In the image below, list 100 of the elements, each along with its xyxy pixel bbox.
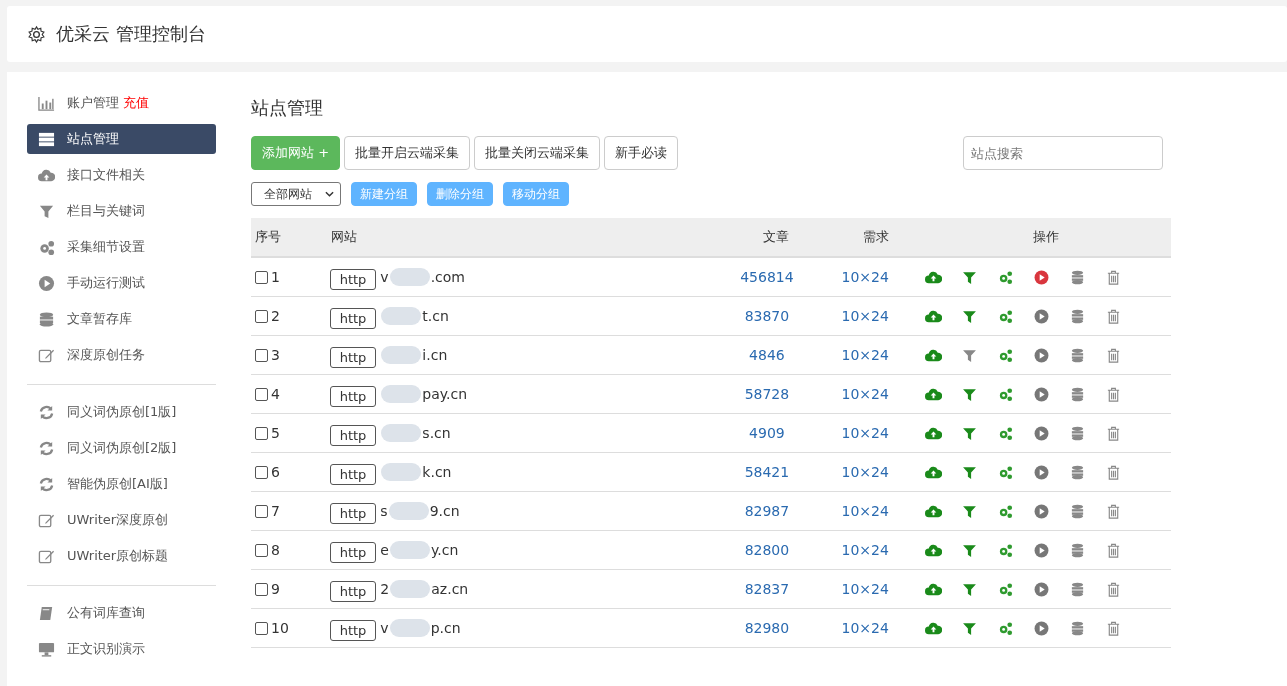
scheme-tag: http — [329, 307, 377, 329]
cloud-upload-icon[interactable] — [925, 464, 943, 480]
sidebar-item[interactable]: UWriter原创标题 — [27, 541, 216, 571]
recharge-link[interactable]: 充值 — [123, 94, 149, 112]
play-icon[interactable] — [1033, 542, 1051, 558]
article-count: 58728 — [743, 386, 791, 402]
filter-icon[interactable] — [961, 581, 979, 597]
sidebar-item[interactable]: 账户管理 充值 — [27, 88, 216, 118]
redaction-blur — [390, 580, 431, 598]
row-checkbox[interactable] — [255, 426, 268, 440]
gears-icon[interactable] — [997, 581, 1015, 597]
cloud-upload-icon[interactable] — [925, 269, 943, 285]
row-number: 8 — [271, 542, 280, 558]
article-count: 82837 — [743, 581, 791, 597]
sidebar-item[interactable]: UWriter深度原创 — [27, 505, 216, 535]
cloud-upload-icon[interactable] — [925, 425, 943, 441]
row-number: 5 — [271, 425, 280, 441]
play-icon[interactable] — [1033, 620, 1051, 636]
play-icon[interactable] — [1033, 347, 1051, 363]
row-checkbox[interactable] — [255, 387, 268, 401]
play-icon[interactable] — [1033, 464, 1051, 480]
row-checkbox[interactable] — [255, 543, 268, 557]
sidebar-item[interactable]: 文章暂存库 — [27, 304, 216, 334]
cloud-upload-icon[interactable] — [925, 308, 943, 324]
play-icon[interactable] — [1033, 425, 1051, 441]
row-checkbox[interactable] — [255, 309, 268, 323]
demand-value: 10×24 — [840, 386, 890, 402]
scheme-tag: http — [329, 346, 377, 368]
row-checkbox[interactable] — [255, 465, 268, 479]
filter-icon[interactable] — [961, 620, 979, 636]
redaction-blur — [381, 463, 422, 481]
cloud-upload-icon[interactable] — [925, 581, 943, 597]
play-icon[interactable] — [1033, 581, 1051, 597]
chart-icon — [38, 94, 55, 112]
cloud-upload-icon[interactable] — [925, 620, 943, 636]
cloud-upload-icon[interactable] — [925, 386, 943, 402]
filter-icon[interactable] — [961, 464, 979, 480]
sidebar-item[interactable]: 接口文件相关 — [27, 160, 216, 190]
sidebar-item[interactable]: 同义词伪原创[1版] — [27, 397, 216, 427]
redaction-blur — [381, 307, 422, 325]
sidebar-item[interactable]: 智能伪原创[AI版] — [27, 469, 216, 499]
sidebar-item[interactable]: 公有词库查询 — [27, 598, 216, 628]
scheme-tag: http — [329, 502, 377, 524]
demand-value: 10×24 — [840, 581, 890, 597]
gears-icon[interactable] — [997, 542, 1015, 558]
gears-icon[interactable] — [997, 386, 1015, 402]
row-checkbox[interactable] — [255, 504, 268, 518]
sidebar-item[interactable]: 站点管理 — [27, 124, 216, 154]
column-header: 操作 — [1032, 228, 1060, 246]
toolbar-button[interactable]: 批量开启云端采集 — [344, 136, 471, 170]
play-icon[interactable] — [1033, 386, 1051, 402]
filter-icon[interactable] — [961, 503, 979, 519]
demand-value: 10×24 — [840, 620, 890, 636]
row-number: 10 — [271, 620, 289, 636]
toolbar-button[interactable]: 新手必读 — [604, 136, 679, 170]
play-icon[interactable] — [1033, 269, 1051, 285]
site-name: y.cn — [431, 542, 459, 558]
refresh-icon — [38, 403, 55, 421]
filter-icon[interactable] — [961, 347, 979, 363]
site-name: s — [380, 503, 388, 519]
row-checkbox[interactable] — [255, 582, 268, 596]
sidebar-item[interactable]: 同义词伪原创[2版] — [27, 433, 216, 463]
filter-icon[interactable] — [961, 308, 979, 324]
gears-icon[interactable] — [997, 269, 1015, 285]
filter-icon[interactable] — [961, 425, 979, 441]
row-checkbox[interactable] — [255, 348, 268, 362]
scheme-tag: http — [329, 268, 377, 290]
sidebar-item[interactable]: 采集细节设置 — [27, 232, 216, 262]
cloud-upload-icon[interactable] — [925, 542, 943, 558]
filter-icon[interactable] — [961, 386, 979, 402]
column-header: 网站 — [331, 228, 358, 246]
gears-icon[interactable] — [997, 425, 1015, 441]
cloud-upload-icon[interactable] — [925, 347, 943, 363]
gears-icon[interactable] — [997, 620, 1015, 636]
demand-value: 10×24 — [840, 269, 890, 285]
site-name: .com — [430, 269, 465, 285]
site-name: v — [380, 620, 389, 636]
sidebar-item[interactable]: 正文识别演示 — [27, 634, 216, 664]
search-field[interactable]: 站点搜索 — [963, 136, 1163, 170]
filter-icon[interactable] — [961, 269, 979, 285]
row-number: 2 — [271, 308, 280, 324]
sidebar-item[interactable]: 深度原创任务 — [27, 340, 216, 370]
row-checkbox[interactable] — [255, 621, 268, 635]
filter-icon[interactable] — [961, 542, 979, 558]
play-icon[interactable] — [1033, 503, 1051, 519]
toolbar-button[interactable]: 批量关闭云端采集 — [474, 136, 601, 170]
row-checkbox[interactable] — [255, 270, 268, 284]
sidebar-item[interactable]: 手动运行测试 — [27, 268, 216, 298]
group-select[interactable]: 全部网站 — [251, 182, 341, 206]
site-name: s.cn — [422, 425, 451, 441]
article-count: 456814 — [739, 269, 795, 285]
gears-icon[interactable] — [997, 464, 1015, 480]
gears-icon[interactable] — [997, 503, 1015, 519]
gears-icon[interactable] — [997, 347, 1015, 363]
demand-value: 10×24 — [840, 425, 890, 441]
sidebar-item[interactable]: 栏目与关键词 — [27, 196, 216, 226]
cloud-upload-icon[interactable] — [925, 503, 943, 519]
gears-icon[interactable] — [997, 308, 1015, 324]
play-icon[interactable] — [1033, 308, 1051, 324]
article-count: 58421 — [743, 464, 791, 480]
